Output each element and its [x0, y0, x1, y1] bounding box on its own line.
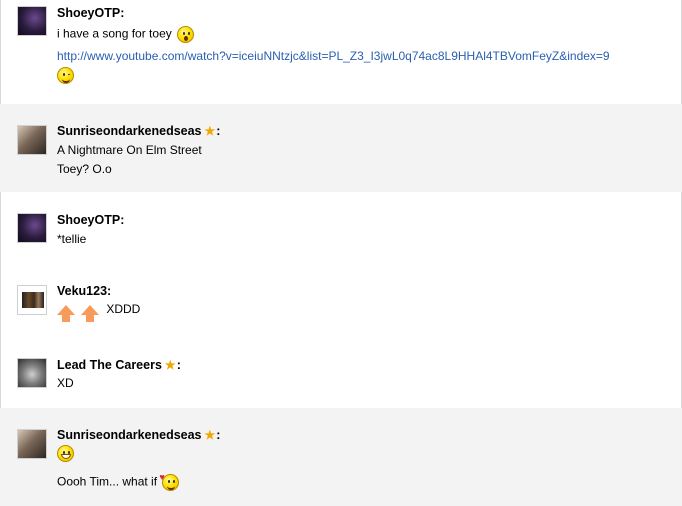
comment-text: Oooh Tim... what if ♥: [57, 472, 180, 491]
comment-author[interactable]: ShoeyOTP:: [57, 213, 124, 227]
star-icon: ★: [204, 124, 216, 138]
comment-author[interactable]: ShoeyOTP:: [57, 6, 124, 20]
up-arrow-icon: [81, 304, 99, 322]
comment-post: ShoeyOTP: i have a song for toey http://…: [0, 0, 682, 103]
comment-author[interactable]: Veku123:: [57, 284, 111, 298]
avatar[interactable]: [17, 125, 47, 155]
star-icon: ★: [164, 358, 176, 372]
comment-author[interactable]: Sunriseondarkenedseas ★:: [57, 428, 220, 442]
youtube-link[interactable]: http://www.youtube.com/watch?v=iceiuNNtz…: [57, 49, 610, 63]
comment-post: Sunriseondarkenedseas ★: Oooh Tim... what…: [0, 408, 682, 506]
comment-text: XDDD: [57, 302, 140, 322]
up-arrow-icon: [57, 304, 75, 322]
comment-text: *tellie: [57, 232, 87, 246]
star-icon: ★: [204, 428, 216, 442]
avatar[interactable]: [17, 285, 47, 315]
avatar[interactable]: [17, 429, 47, 459]
avatar[interactable]: [17, 358, 47, 388]
avatar[interactable]: [17, 213, 47, 243]
comment-emote: [57, 445, 74, 462]
comment-text: A Nightmare On Elm Street: [57, 143, 202, 157]
comment-post: Veku123: XDDD: [0, 270, 682, 348]
comment-post: ShoeyOTP: *tellie: [0, 192, 682, 270]
comment-text: XD: [57, 376, 74, 390]
comment-post: Sunriseondarkenedseas ★: A Nightmare On E…: [0, 104, 682, 192]
comment-post: Lead The Careers ★: XD: [0, 348, 682, 408]
wink-smiley-icon: [57, 67, 74, 84]
comment-text: i have a song for toey: [57, 26, 195, 43]
comment-author[interactable]: Lead The Careers ★:: [57, 358, 181, 372]
avatar[interactable]: [17, 6, 47, 36]
comment-emote: [57, 67, 74, 84]
comment-text: Toey? O.o: [57, 162, 112, 176]
comment-author[interactable]: Sunriseondarkenedseas ★:: [57, 124, 220, 138]
surprised-smiley-icon: [177, 26, 195, 43]
grin-smiley-icon: [57, 445, 74, 462]
love-smiley-icon: ♥: [159, 472, 180, 491]
